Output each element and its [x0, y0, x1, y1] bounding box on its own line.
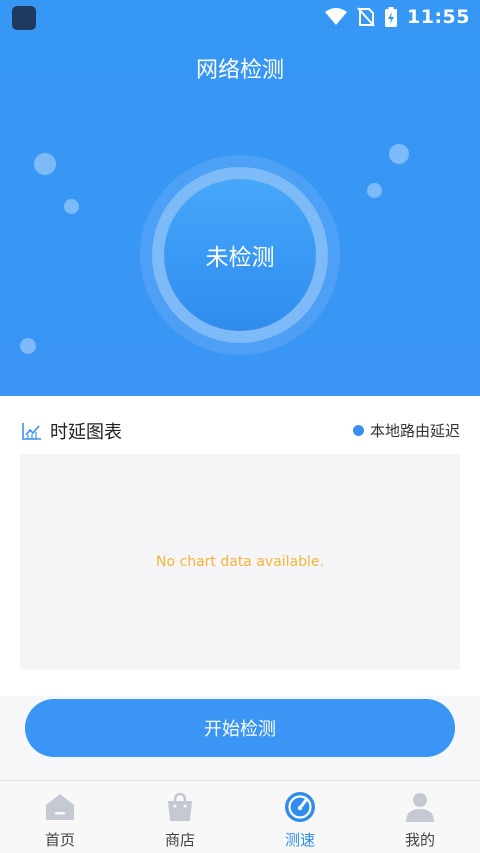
status-time: 11:55 — [407, 6, 470, 28]
bottom-tab-bar: 首页 商店 测速 我的 — [0, 780, 480, 853]
decor-bubble — [389, 144, 409, 164]
chart-legend: 本地路由延迟 — [352, 420, 460, 441]
line-chart-icon — [22, 423, 41, 440]
user-icon — [406, 793, 434, 822]
decor-bubble — [20, 338, 36, 354]
page-title: 网络检测 — [195, 58, 284, 83]
tab-speedtest[interactable]: 测速 — [240, 781, 360, 853]
tab-store[interactable]: 商店 — [120, 781, 240, 853]
app-notification-icon — [12, 6, 36, 30]
decor-bubble — [367, 183, 382, 198]
home-icon — [46, 794, 74, 820]
chart-area: No chart data available. — [20, 454, 460, 670]
status-indicators: 11:55 — [325, 4, 470, 30]
decor-bubble — [34, 153, 56, 175]
chart-empty-message: No chart data available. — [156, 554, 324, 570]
speedometer-icon — [285, 792, 315, 822]
shopping-bag-icon — [168, 792, 192, 821]
tab-label: 商店 — [164, 831, 195, 849]
decor-bubble — [64, 199, 79, 214]
legend-label: 本地路由延迟 — [369, 422, 460, 440]
no-sim-icon — [357, 7, 375, 27]
status-bar: 11:55 — [0, 0, 480, 34]
gauge-button[interactable]: 未检测 — [164, 179, 316, 331]
chart-card-header: 时延图表 — [22, 418, 122, 444]
chart-title: 时延图表 — [50, 422, 122, 443]
tab-label: 首页 — [44, 831, 75, 849]
tab-profile[interactable]: 我的 — [360, 781, 480, 853]
wifi-icon — [325, 8, 348, 25]
battery-charging-icon — [385, 7, 398, 27]
tab-label: 测速 — [284, 831, 315, 849]
start-detection-button[interactable]: 开始检测 — [25, 699, 455, 757]
legend-dot — [352, 425, 364, 436]
tab-home[interactable]: 首页 — [0, 781, 120, 853]
gauge-status-text: 未检测 — [205, 245, 275, 271]
hero-panel: 11:55 网络检测 未检测 — [0, 0, 480, 396]
tab-label: 我的 — [404, 831, 435, 849]
